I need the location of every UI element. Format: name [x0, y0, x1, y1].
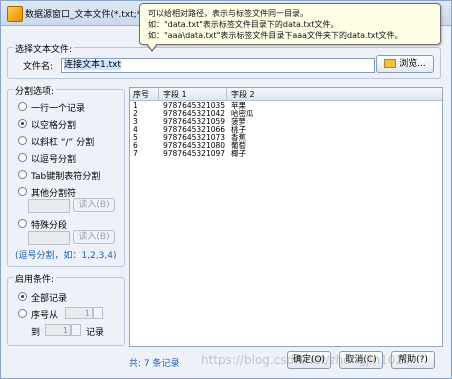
cell-field2: 椰子	[231, 149, 246, 158]
browse-label: 浏览...	[399, 59, 426, 69]
condition-group-legend: 启用条件:	[13, 272, 57, 285]
watermark-text: https://blog.csdn.net/zhongjin1020	[201, 353, 411, 367]
from-spinbox[interactable]: 1	[65, 307, 93, 319]
radio-other-separator[interactable]	[18, 187, 27, 196]
radio-all-records[interactable]	[18, 292, 27, 301]
option-space-split[interactable]: 以空格分割	[31, 118, 76, 131]
to-label: 到	[31, 328, 41, 338]
column-header-field2[interactable]: 字段 2	[231, 89, 255, 100]
radio-comma-split[interactable]	[18, 153, 27, 162]
radio-tab-split[interactable]	[18, 170, 27, 179]
radio-sequence-range[interactable]	[18, 309, 27, 318]
filename-label: 文件名:	[23, 62, 54, 72]
browse-button[interactable]: 浏览...	[376, 55, 434, 73]
segment-hint: (逗号分割，如：1,2,3,4)	[15, 251, 117, 261]
option-comma-split[interactable]: 以逗号分割	[31, 152, 76, 165]
table-row[interactable]: 7 9787645321097 椰子	[130, 150, 442, 158]
read-in-button-2[interactable]: 读入(B)	[73, 230, 115, 244]
column-header-seq[interactable]: 序号	[133, 89, 149, 100]
tooltip-tail-inner	[147, 43, 157, 50]
to-spin-buttons[interactable]	[71, 324, 81, 336]
option-sequence-from[interactable]: 序号从	[31, 308, 58, 321]
option-special-segment[interactable]: 特殊分段	[31, 218, 67, 231]
record-label: 记录	[86, 328, 105, 338]
tooltip-line-3: 如："aaa\data.txt"表示标签文件目录下aaa文件夹下的data.tx…	[148, 31, 403, 40]
from-spin-buttons[interactable]	[93, 307, 103, 319]
data-grid[interactable]: 序号 字段 1 字段 2 1 9787645321035 苹果 2 978764…	[129, 87, 443, 347]
option-tab-split[interactable]: Tab键制表符分割	[31, 169, 100, 182]
split-group-legend: 分割选项:	[13, 84, 57, 97]
filename-value: 连接文本1.txt	[64, 60, 121, 70]
folder-icon	[384, 59, 397, 68]
grid-header: 序号 字段 1 字段 2	[130, 88, 442, 101]
tooltip-line-2: 如："data.txt"表示标签文件目录下的data.txt文件。	[148, 20, 339, 29]
file-group-legend: 选择文本文件:	[13, 42, 75, 55]
radio-slash-split[interactable]	[18, 136, 27, 145]
option-slash-split[interactable]: 以斜杠 “/” 分割	[31, 135, 94, 148]
read-in-button-1[interactable]: 读入(B)	[73, 198, 115, 212]
filename-input[interactable]: 连接文本1.txt	[61, 58, 375, 73]
option-one-per-line[interactable]: 一行一个记录	[31, 101, 85, 114]
window-title: 数据源窗口_文本文件(*.txt;*.c	[25, 10, 150, 20]
radio-one-per-line[interactable]	[18, 102, 27, 111]
record-count: 共: 7 条记录	[129, 359, 180, 369]
column-separator[interactable]	[226, 88, 227, 100]
separator-input[interactable]	[28, 199, 70, 213]
radio-space-split[interactable]	[18, 119, 27, 128]
radio-special-segment[interactable]	[18, 219, 27, 228]
data-source-window: 数据源窗口_文本文件(*.txt;*.c 可以给相对路径，表示与标签文件同一目录…	[0, 0, 452, 379]
cell-seq: 7	[133, 149, 138, 158]
column-separator[interactable]	[158, 88, 159, 100]
column-header-field1[interactable]: 字段 1	[163, 89, 187, 100]
path-hint-tooltip: 可以给相对路径，表示与标签文件同一目录。 如："data.txt"表示标签文件目…	[139, 3, 441, 52]
option-other-separator[interactable]: 其他分割符	[31, 186, 76, 199]
app-icon	[7, 6, 23, 22]
to-spinbox[interactable]: 1	[45, 324, 71, 336]
tooltip-line-1: 可以给相对路径，表示与标签文件同一目录。	[148, 9, 308, 18]
option-all-records[interactable]: 全部记录	[31, 291, 67, 304]
segment-input[interactable]	[28, 231, 70, 245]
cell-field1: 9787645321097	[163, 149, 226, 158]
